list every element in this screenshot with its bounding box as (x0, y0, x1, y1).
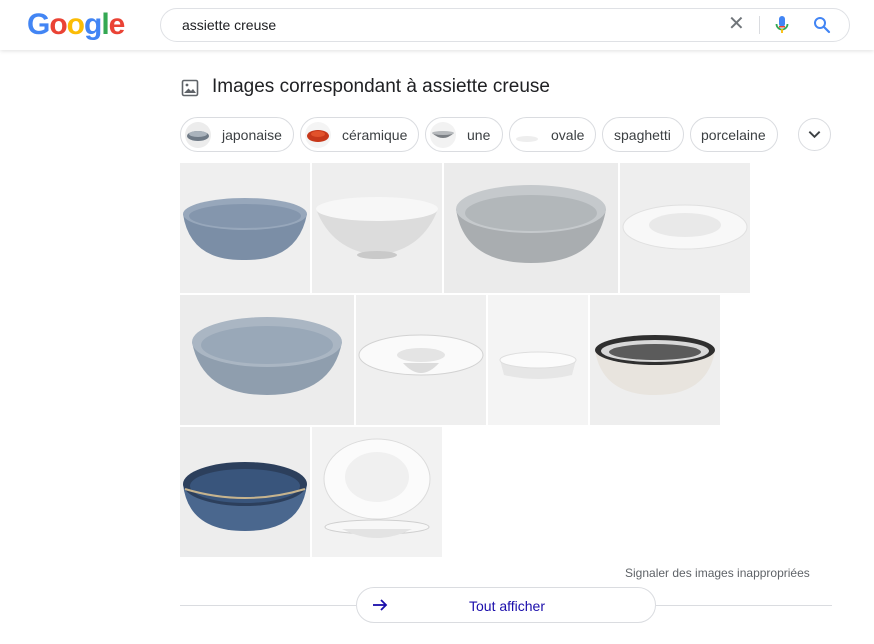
logo-letter: o (49, 8, 67, 41)
image-result[interactable] (312, 427, 442, 557)
logo-letter: g (84, 8, 102, 41)
chip-porcelaine[interactable]: porcelaine (690, 117, 778, 152)
image-result[interactable] (488, 295, 588, 425)
report-link[interactable]: Signaler des images inappropriées (625, 566, 810, 580)
logo-letter: e (108, 8, 126, 41)
chip-spaghetti[interactable]: spaghetti (602, 117, 684, 152)
search-icon[interactable] (813, 16, 831, 34)
search-box[interactable]: assiette creuse ✕ (160, 8, 850, 42)
divider (759, 16, 760, 34)
arrow-right-icon (371, 596, 389, 614)
chip-thumbnail (185, 122, 211, 148)
image-result[interactable] (444, 163, 618, 293)
chip-ceramique[interactable]: céramique (300, 117, 419, 152)
chip-ovale[interactable]: ovale (509, 117, 596, 152)
image-result[interactable] (312, 163, 442, 293)
logo-letter: G (27, 8, 50, 41)
chip-thumbnail (305, 122, 331, 148)
image-result[interactable] (620, 163, 750, 293)
chip-thumbnail (514, 122, 540, 148)
image-result[interactable] (590, 295, 720, 425)
image-result[interactable] (180, 163, 310, 293)
microphone-icon[interactable] (774, 15, 790, 35)
show-all-button[interactable]: Tout afficher (356, 587, 656, 623)
divider (180, 605, 356, 606)
chip-label: céramique (342, 127, 408, 143)
image-result[interactable] (356, 295, 486, 425)
chip-japonaise[interactable]: japonaise (180, 117, 294, 152)
google-logo[interactable]: Google (27, 6, 126, 44)
chevron-down-icon[interactable] (798, 118, 831, 151)
section-title: Images correspondant à assiette creuse (212, 76, 550, 97)
chip-label: spaghetti (614, 127, 671, 143)
divider (656, 605, 832, 606)
image-result[interactable] (180, 427, 310, 557)
image-icon (181, 79, 199, 97)
chip-label: japonaise (222, 127, 282, 143)
close-icon[interactable]: ✕ (728, 14, 745, 34)
chip-label: porcelaine (701, 127, 766, 143)
chip-une[interactable]: une (425, 117, 503, 152)
search-input[interactable]: assiette creuse (182, 17, 276, 33)
show-all-label: Tout afficher (469, 598, 546, 614)
logo-letter: l (101, 8, 109, 41)
chip-label: ovale (551, 127, 585, 143)
logo-letter: o (66, 8, 85, 41)
chip-thumbnail (430, 122, 456, 148)
chip-label: une (467, 127, 491, 143)
image-result[interactable] (180, 295, 354, 425)
top-bar: Google assiette creuse ✕ (0, 0, 874, 50)
